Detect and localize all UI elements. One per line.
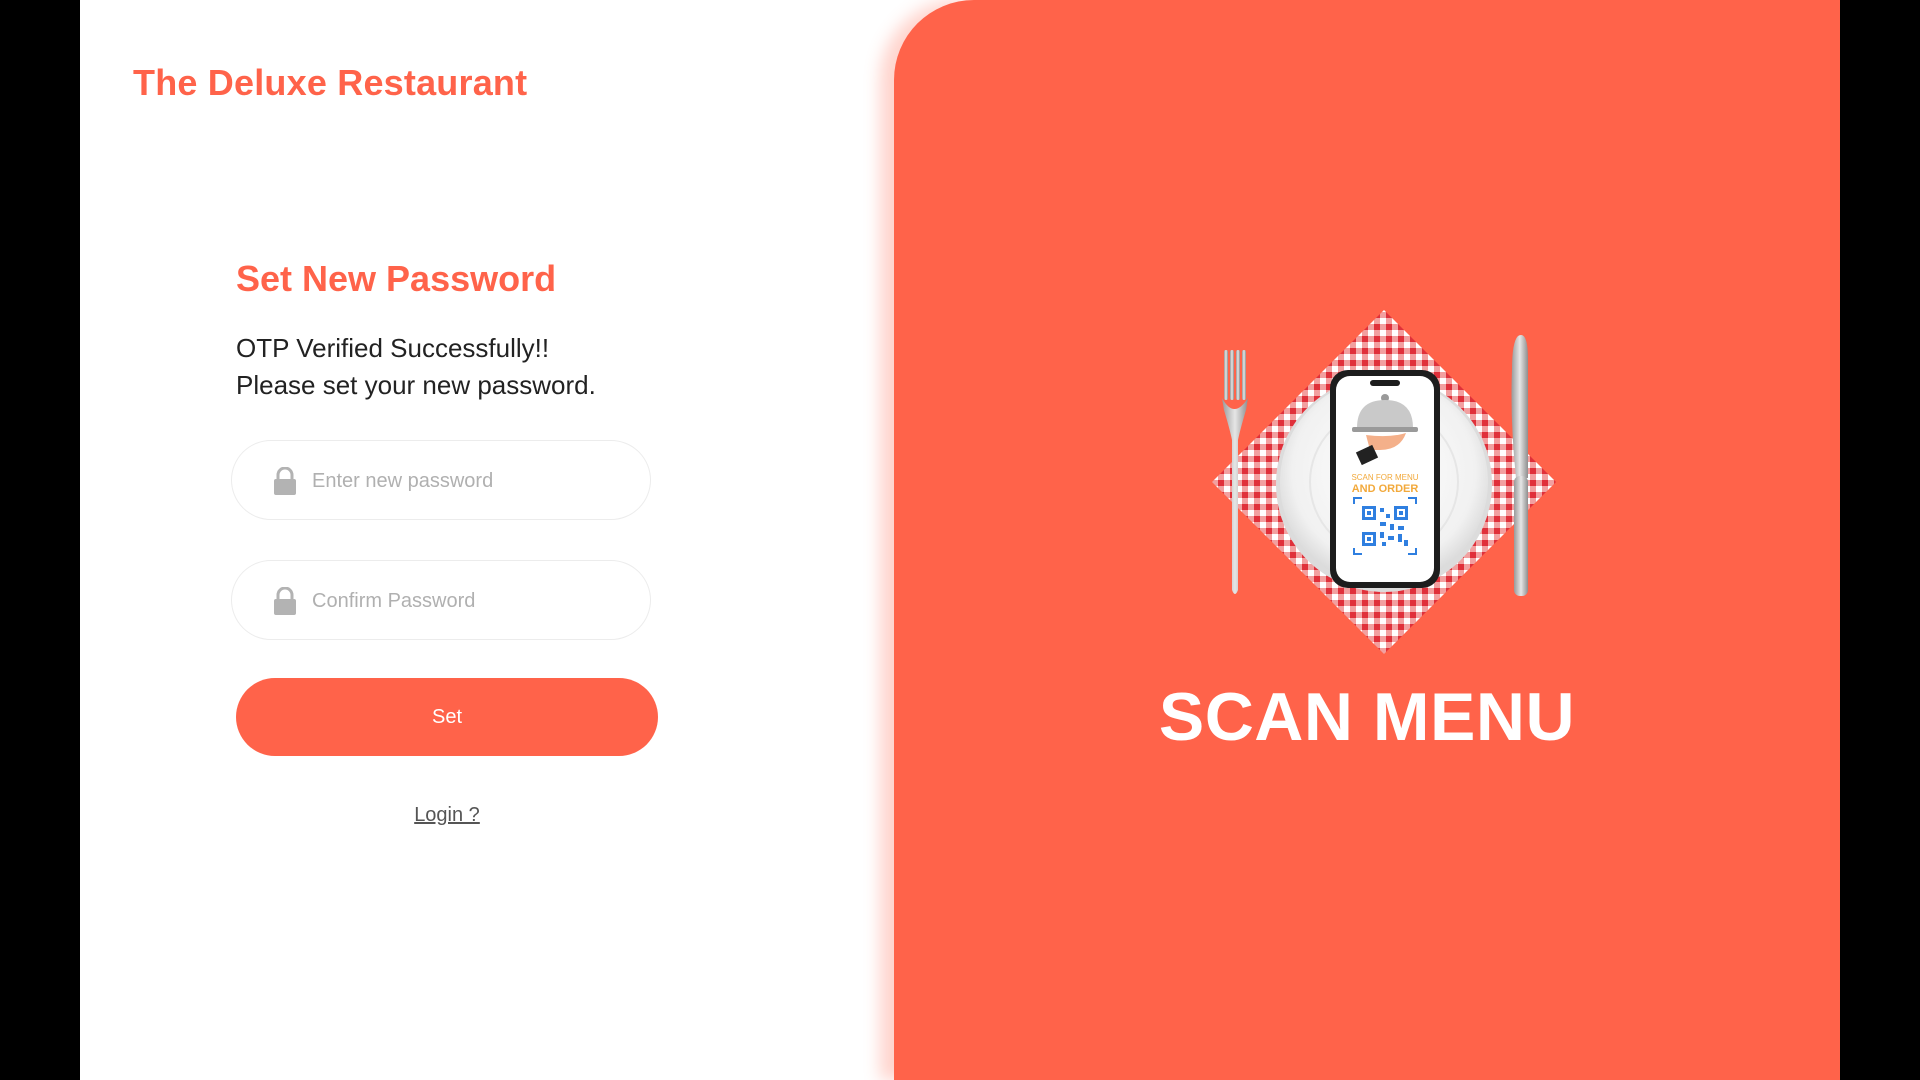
set-password-page: The Deluxe Restaurant Set New Password O… — [80, 0, 1840, 1080]
phone-scan-text-line2: AND ORDER — [1352, 483, 1419, 495]
lock-icon — [274, 467, 296, 495]
status-message-line2: Please set your new password. — [236, 370, 596, 400]
confirm-password-field[interactable] — [231, 560, 651, 640]
scan-menu-illustration: SCAN FOR MENU AND ORDER — [1212, 310, 1556, 654]
login-link[interactable]: Login ? — [236, 804, 658, 827]
set-password-form: Set New Password OTP Verified Successful… — [231, 258, 666, 826]
new-password-input[interactable] — [310, 459, 614, 503]
form-title: Set New Password — [236, 258, 557, 299]
lock-icon — [274, 587, 296, 615]
phone-scan-text-line1: SCAN FOR MENU — [1351, 473, 1418, 482]
status-message-line1: OTP Verified Successfully!! — [236, 333, 550, 363]
phone-icon: SCAN FOR MENU AND ORDER — [1330, 370, 1440, 588]
promo-panel: SCAN FOR MENU AND ORDER SCAN MENU — [894, 0, 1840, 1080]
set-button[interactable]: Set — [236, 678, 658, 756]
scan-menu-title: SCAN MENU — [1158, 679, 1576, 755]
new-password-field[interactable] — [231, 440, 651, 520]
brand-title: The Deluxe Restaurant — [133, 62, 528, 103]
confirm-password-input[interactable] — [310, 579, 614, 623]
status-message: OTP Verified Successfully!! Please set y… — [236, 330, 666, 404]
